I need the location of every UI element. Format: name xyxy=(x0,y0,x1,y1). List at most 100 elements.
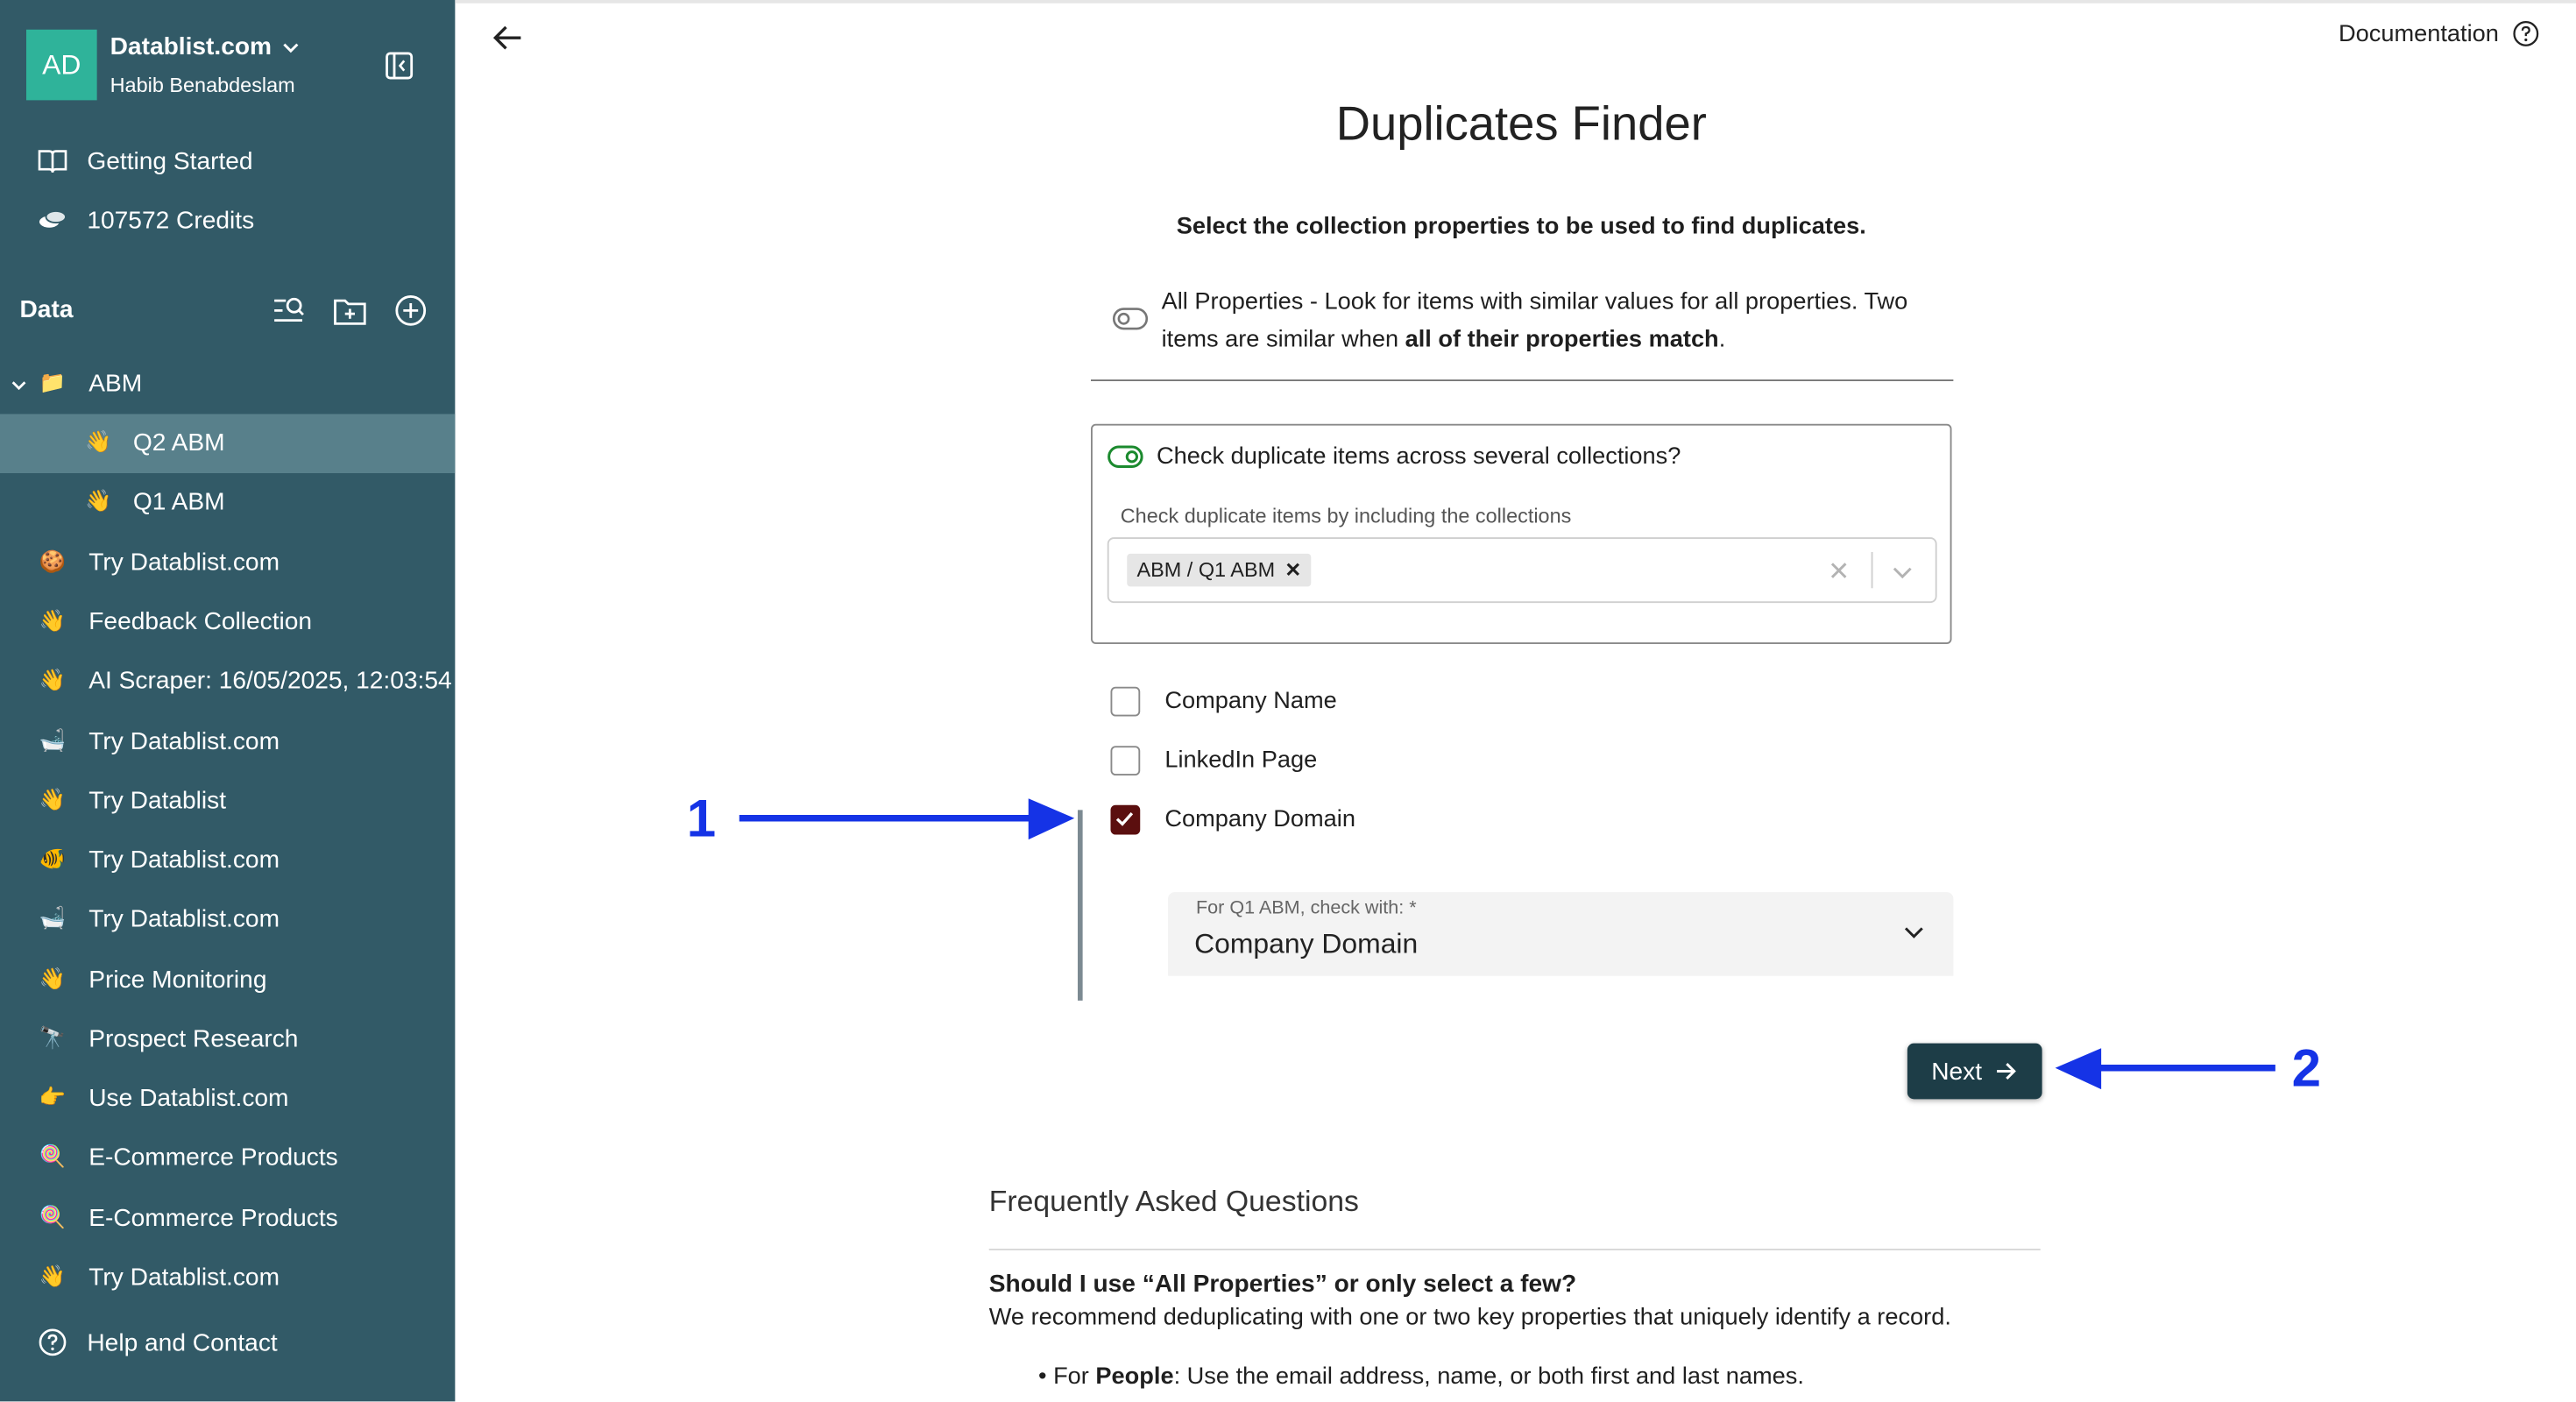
coins-icon xyxy=(36,204,69,237)
wave-icon: 👋 xyxy=(39,1263,67,1288)
avatar: AD xyxy=(26,29,97,101)
tree-item[interactable]: 🍭 E-Commerce Products xyxy=(0,1129,455,1188)
tree-item[interactable]: 👋 AI Scraper: 16/05/2025, 12:03:54 xyxy=(0,652,455,712)
nav-credits[interactable]: 107572 Credits xyxy=(0,191,455,251)
wave-icon: 👋 xyxy=(39,787,67,812)
tree-label: E-Commerce Products xyxy=(88,1204,338,1233)
checkbox-company-domain[interactable] xyxy=(1110,804,1141,835)
tree-item-q1-abm[interactable]: 👋 Q1 ABM xyxy=(0,473,455,533)
tree-item-q2-abm[interactable]: 👋 Q2 ABM xyxy=(0,414,456,473)
tree-item[interactable]: 👋 Try Datablist xyxy=(0,772,455,832)
property-label: Company Domain xyxy=(1164,806,1355,833)
faq-li-rest: : Use the email address, name, or both f… xyxy=(1173,1363,1804,1391)
account-switcher[interactable]: AD Datablist.com Habib Benabdeslam xyxy=(26,29,301,101)
chevron-down-icon[interactable] xyxy=(1889,559,1915,585)
faq-question: Should I use “All Properties” or only se… xyxy=(988,1270,1577,1299)
pointing-hand-icon: 👉 xyxy=(39,1084,67,1109)
page-subtitle: Select the collection properties to be u… xyxy=(1176,213,1866,240)
annotation-arrow-2 xyxy=(2055,1048,2275,1090)
documentation-link[interactable]: Documentation xyxy=(2339,20,2540,48)
select-separator xyxy=(1871,552,1873,589)
tree-item[interactable]: 🛁 Try Datablist.com xyxy=(0,713,455,773)
cookie-icon: 🍪 xyxy=(39,549,67,574)
tree-item[interactable]: 🍭 E-Commerce Products xyxy=(0,1190,455,1250)
tree-item[interactable]: 🐠 Try Datablist.com xyxy=(0,832,455,891)
tree-item[interactable]: 👋 Feedback Collection xyxy=(0,593,455,653)
back-arrow-icon[interactable] xyxy=(490,20,526,56)
bathtub-icon: 🛁 xyxy=(39,727,67,753)
nav-label: 107572 Credits xyxy=(87,206,255,235)
checkbox-company-name[interactable] xyxy=(1110,686,1141,717)
tree-item[interactable]: 🍪 Try Datablist.com xyxy=(0,534,455,593)
next-label: Next xyxy=(1931,1057,1983,1086)
bathtub-icon: 🛁 xyxy=(39,905,67,931)
tree-label: Q1 ABM xyxy=(132,487,225,516)
chevron-down-icon xyxy=(1904,927,1923,938)
nav-help[interactable]: Help and Contact xyxy=(0,1313,455,1372)
tree-label: Try Datablist.com xyxy=(88,846,280,874)
wave-icon: 👋 xyxy=(85,428,112,454)
tree-item[interactable]: 👋 Price Monitoring xyxy=(0,952,455,1011)
match-property-label: For Q1 ABM, check with: * xyxy=(1196,898,1417,919)
collections-field-label: Check duplicate items by including the c… xyxy=(1120,504,1572,528)
tree-item[interactable]: 🔭 Prospect Research xyxy=(0,1010,455,1070)
clear-icon[interactable]: ✕ xyxy=(1828,556,1850,589)
checkmark-icon xyxy=(1115,812,1134,826)
annotation-number-1: 1 xyxy=(686,789,717,848)
nav-getting-started[interactable]: Getting Started xyxy=(0,131,455,191)
telescope-icon: 🔭 xyxy=(39,1025,67,1051)
checkbox-linkedin-page[interactable] xyxy=(1110,746,1141,775)
toggle-on-icon[interactable] xyxy=(1108,445,1143,468)
tree-label: Prospect Research xyxy=(88,1025,299,1053)
next-button[interactable]: Next xyxy=(1907,1043,2042,1100)
faq-li-bold: People xyxy=(1095,1363,1174,1391)
tree-item[interactable]: 👉 Use Datablist.com xyxy=(0,1070,455,1129)
toggle-off-icon[interactable] xyxy=(1112,308,1149,330)
tree-label: Feedback Collection xyxy=(88,607,313,636)
wave-icon: 👋 xyxy=(39,667,67,692)
all-properties-option[interactable]: All Properties - Look for items with sim… xyxy=(1112,284,1950,359)
wave-icon: 👋 xyxy=(85,487,112,513)
match-property-select[interactable]: For Q1 ABM, check with: * Company Domain xyxy=(1168,892,1954,976)
tree-label: Try Datablist.com xyxy=(88,1263,280,1292)
help-circle-icon xyxy=(2513,21,2539,46)
documentation-label: Documentation xyxy=(2339,20,2499,47)
app-root: AD Datablist.com Habib Benabdeslam Getti… xyxy=(0,0,2576,1402)
collapse-sidebar-icon[interactable] xyxy=(385,51,414,81)
tree-label: Try Datablist xyxy=(88,787,227,815)
annotation-arrow-1 xyxy=(739,798,1075,840)
tree-folder-abm[interactable]: 📁 ABM xyxy=(0,355,455,414)
search-collections-icon[interactable] xyxy=(271,293,307,329)
sidebar: AD Datablist.com Habib Benabdeslam Getti… xyxy=(0,0,456,1402)
annotation-number-2: 2 xyxy=(2291,1038,2321,1098)
tree-label: AI Scraper: 16/05/2025, 12:03:54 xyxy=(88,667,452,696)
faq-answer: We recommend deduplicating with one or t… xyxy=(988,1304,1951,1331)
tree-label: Q2 ABM xyxy=(132,428,225,457)
add-collection-icon[interactable] xyxy=(393,293,428,329)
chevron-down-icon xyxy=(11,381,26,391)
tree-item[interactable]: 👋 Try Datablist.com xyxy=(0,1249,455,1308)
all-properties-bold: all of their properties match xyxy=(1405,327,1719,354)
chip-remove-icon[interactable]: ✕ xyxy=(1284,559,1301,582)
tree-item[interactable]: 🛁 Try Datablist.com xyxy=(0,890,455,950)
wave-icon: 👋 xyxy=(39,966,67,991)
collections-select[interactable]: ABM / Q1 ABM ✕ ✕ xyxy=(1107,537,1937,604)
folder-icon: 📁 xyxy=(39,369,67,394)
arrow-right-icon xyxy=(1997,1063,2017,1080)
property-label: Company Name xyxy=(1164,688,1337,715)
faq-divider xyxy=(988,1249,2041,1250)
account-name: Datablist.com xyxy=(110,32,272,61)
chip-label: ABM / Q1 ABM xyxy=(1136,558,1276,582)
tree-label: Try Datablist.com xyxy=(88,905,280,933)
help-circle-icon xyxy=(36,1326,69,1359)
top-border xyxy=(455,0,2576,4)
book-icon xyxy=(36,145,69,178)
new-folder-icon[interactable] xyxy=(332,293,368,329)
cross-collection-question: Check duplicate items across several col… xyxy=(1157,443,1681,471)
account-user: Habib Benabdeslam xyxy=(110,74,295,97)
match-property-value: Company Domain xyxy=(1194,928,1419,959)
fish-icon: 🐠 xyxy=(39,846,67,871)
page-title: Duplicates Finder xyxy=(1335,98,1707,152)
lollipop-icon: 🍭 xyxy=(39,1144,67,1169)
nav-label: Help and Contact xyxy=(87,1328,278,1356)
